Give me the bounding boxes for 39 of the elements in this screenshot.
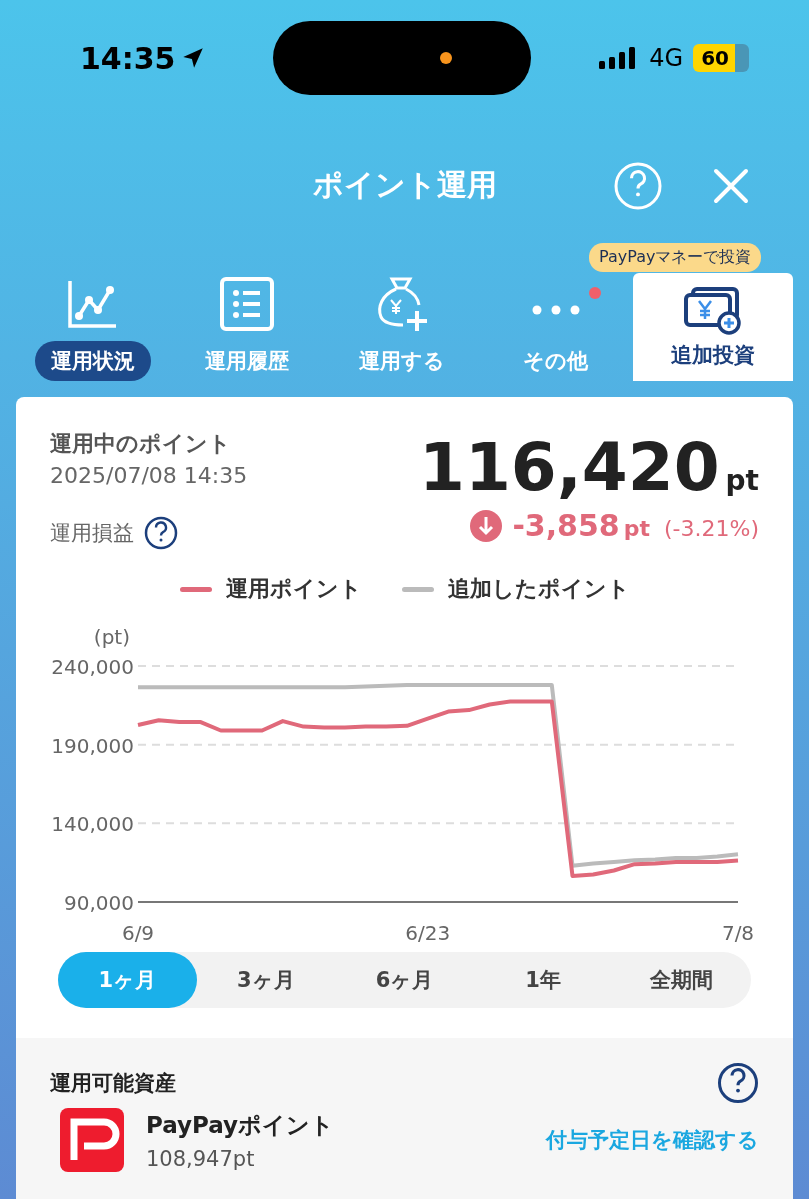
change-percent: (-3.21%) bbox=[664, 516, 759, 541]
app-logo-icon bbox=[60, 1108, 124, 1172]
x-tick-label: 6/23 bbox=[405, 921, 451, 945]
promo-tooltip: PayPayマネーで投資 bbox=[589, 243, 762, 272]
legend-label: 運用ポイント bbox=[225, 575, 362, 603]
page-title: ポイント運用 bbox=[312, 166, 497, 204]
y-tick-label: 240,000 bbox=[51, 655, 134, 679]
points-unit: pt bbox=[725, 464, 759, 497]
more-icon[interactable] bbox=[530, 286, 603, 316]
y-axis-unit: (pt) bbox=[93, 625, 130, 649]
section-title: 運用可能資産 bbox=[50, 1070, 176, 1097]
period-tab[interactable]: 全期間 bbox=[612, 952, 751, 1008]
network-label: 4G bbox=[649, 44, 684, 72]
cash-plus-icon bbox=[683, 285, 743, 335]
points-value: 116,420 bbox=[418, 429, 720, 506]
x-tick-label: 7/8 bbox=[721, 921, 755, 945]
help-icon[interactable] bbox=[144, 516, 178, 550]
profit-loss-label: 運用損益 bbox=[50, 520, 134, 547]
x-tick-label: 6/9 bbox=[121, 921, 155, 945]
y-tick-label: 190,000 bbox=[51, 733, 134, 758]
clock-time: 14:35 bbox=[80, 40, 176, 76]
period-tab[interactable]: 6ヶ月 bbox=[335, 952, 474, 1008]
y-tick-label: 90,000 bbox=[64, 891, 134, 915]
battery-indicator: 60 bbox=[693, 44, 749, 72]
nav-tab[interactable]: 運用状況 bbox=[35, 341, 152, 381]
asset-name: PayPayポイント bbox=[146, 1110, 336, 1140]
change-value: -3,858 bbox=[512, 508, 620, 543]
help-icon[interactable] bbox=[717, 1062, 759, 1104]
timestamp: 2025/07/08 14:35 bbox=[50, 463, 248, 488]
period-tab[interactable]: 3ヶ月 bbox=[196, 952, 336, 1008]
legend-label: 追加したポイント bbox=[447, 575, 630, 603]
y-tick-label: 140,000 bbox=[51, 812, 134, 837]
close-icon[interactable] bbox=[713, 168, 749, 204]
period-tab[interactable]: 1年 bbox=[473, 952, 613, 1008]
nav-tab[interactable]: 追加投資 bbox=[633, 273, 793, 381]
change-unit: pt bbox=[623, 516, 650, 541]
asset-amount: 108,947pt bbox=[146, 1146, 256, 1171]
holding-label: 運用中のポイント bbox=[50, 430, 232, 458]
list-icon[interactable] bbox=[220, 277, 275, 331]
